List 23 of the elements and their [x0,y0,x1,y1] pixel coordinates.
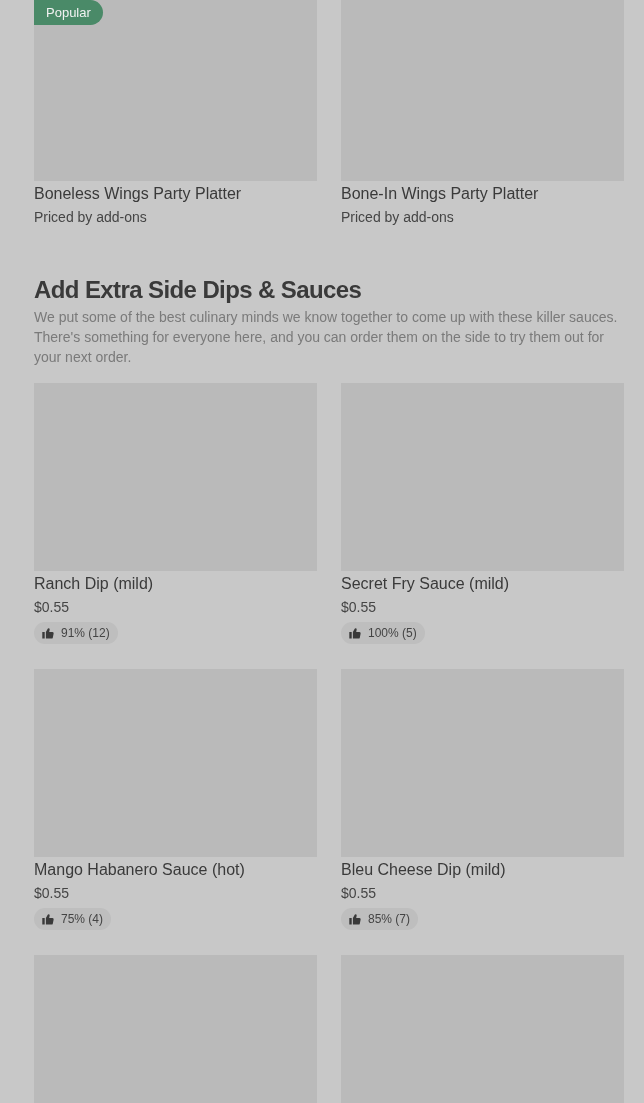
item-name[interactable]: Mango Habanero Sauce (hot) [34,860,245,880]
popular-badge: Popular [34,0,103,25]
thumbs-up-icon [349,913,361,925]
item-name[interactable]: Secret Fry Sauce (mild) [341,574,510,594]
item-name[interactable]: Bone-In Wings Party Platter [341,184,539,204]
price-text: $0.55 [341,884,377,903]
thumbs-up-icon [42,913,54,925]
price-text: $0.55 [34,598,70,617]
rating-text: 100% (5) [368,626,417,640]
section-description: We put some of the best culinary minds we know together to come up with these killer sauces. There's something for everyone here, and you can order them on the side to try them out for your next order. [34,308,619,367]
item-name[interactable]: Bleu Cheese Dip (mild) [341,860,506,880]
thumbs-up-icon [349,627,361,639]
price-text: $0.55 [341,598,377,617]
price-text: $0.55 [34,884,70,903]
price-text: Priced by add-ons [34,208,147,227]
rating-text: 75% (4) [61,912,104,926]
item-name[interactable]: Boneless Wings Party Platter [34,184,242,204]
item-name[interactable]: Ranch Dip (mild) [34,574,154,594]
rating-text: 85% (7) [368,912,411,926]
rating-text: 91% (12) [61,626,110,640]
price-text: Priced by add-ons [341,208,454,227]
thumbs-up-icon [42,627,54,639]
section-heading: Add Extra Side Dips & Sauces [34,275,363,305]
